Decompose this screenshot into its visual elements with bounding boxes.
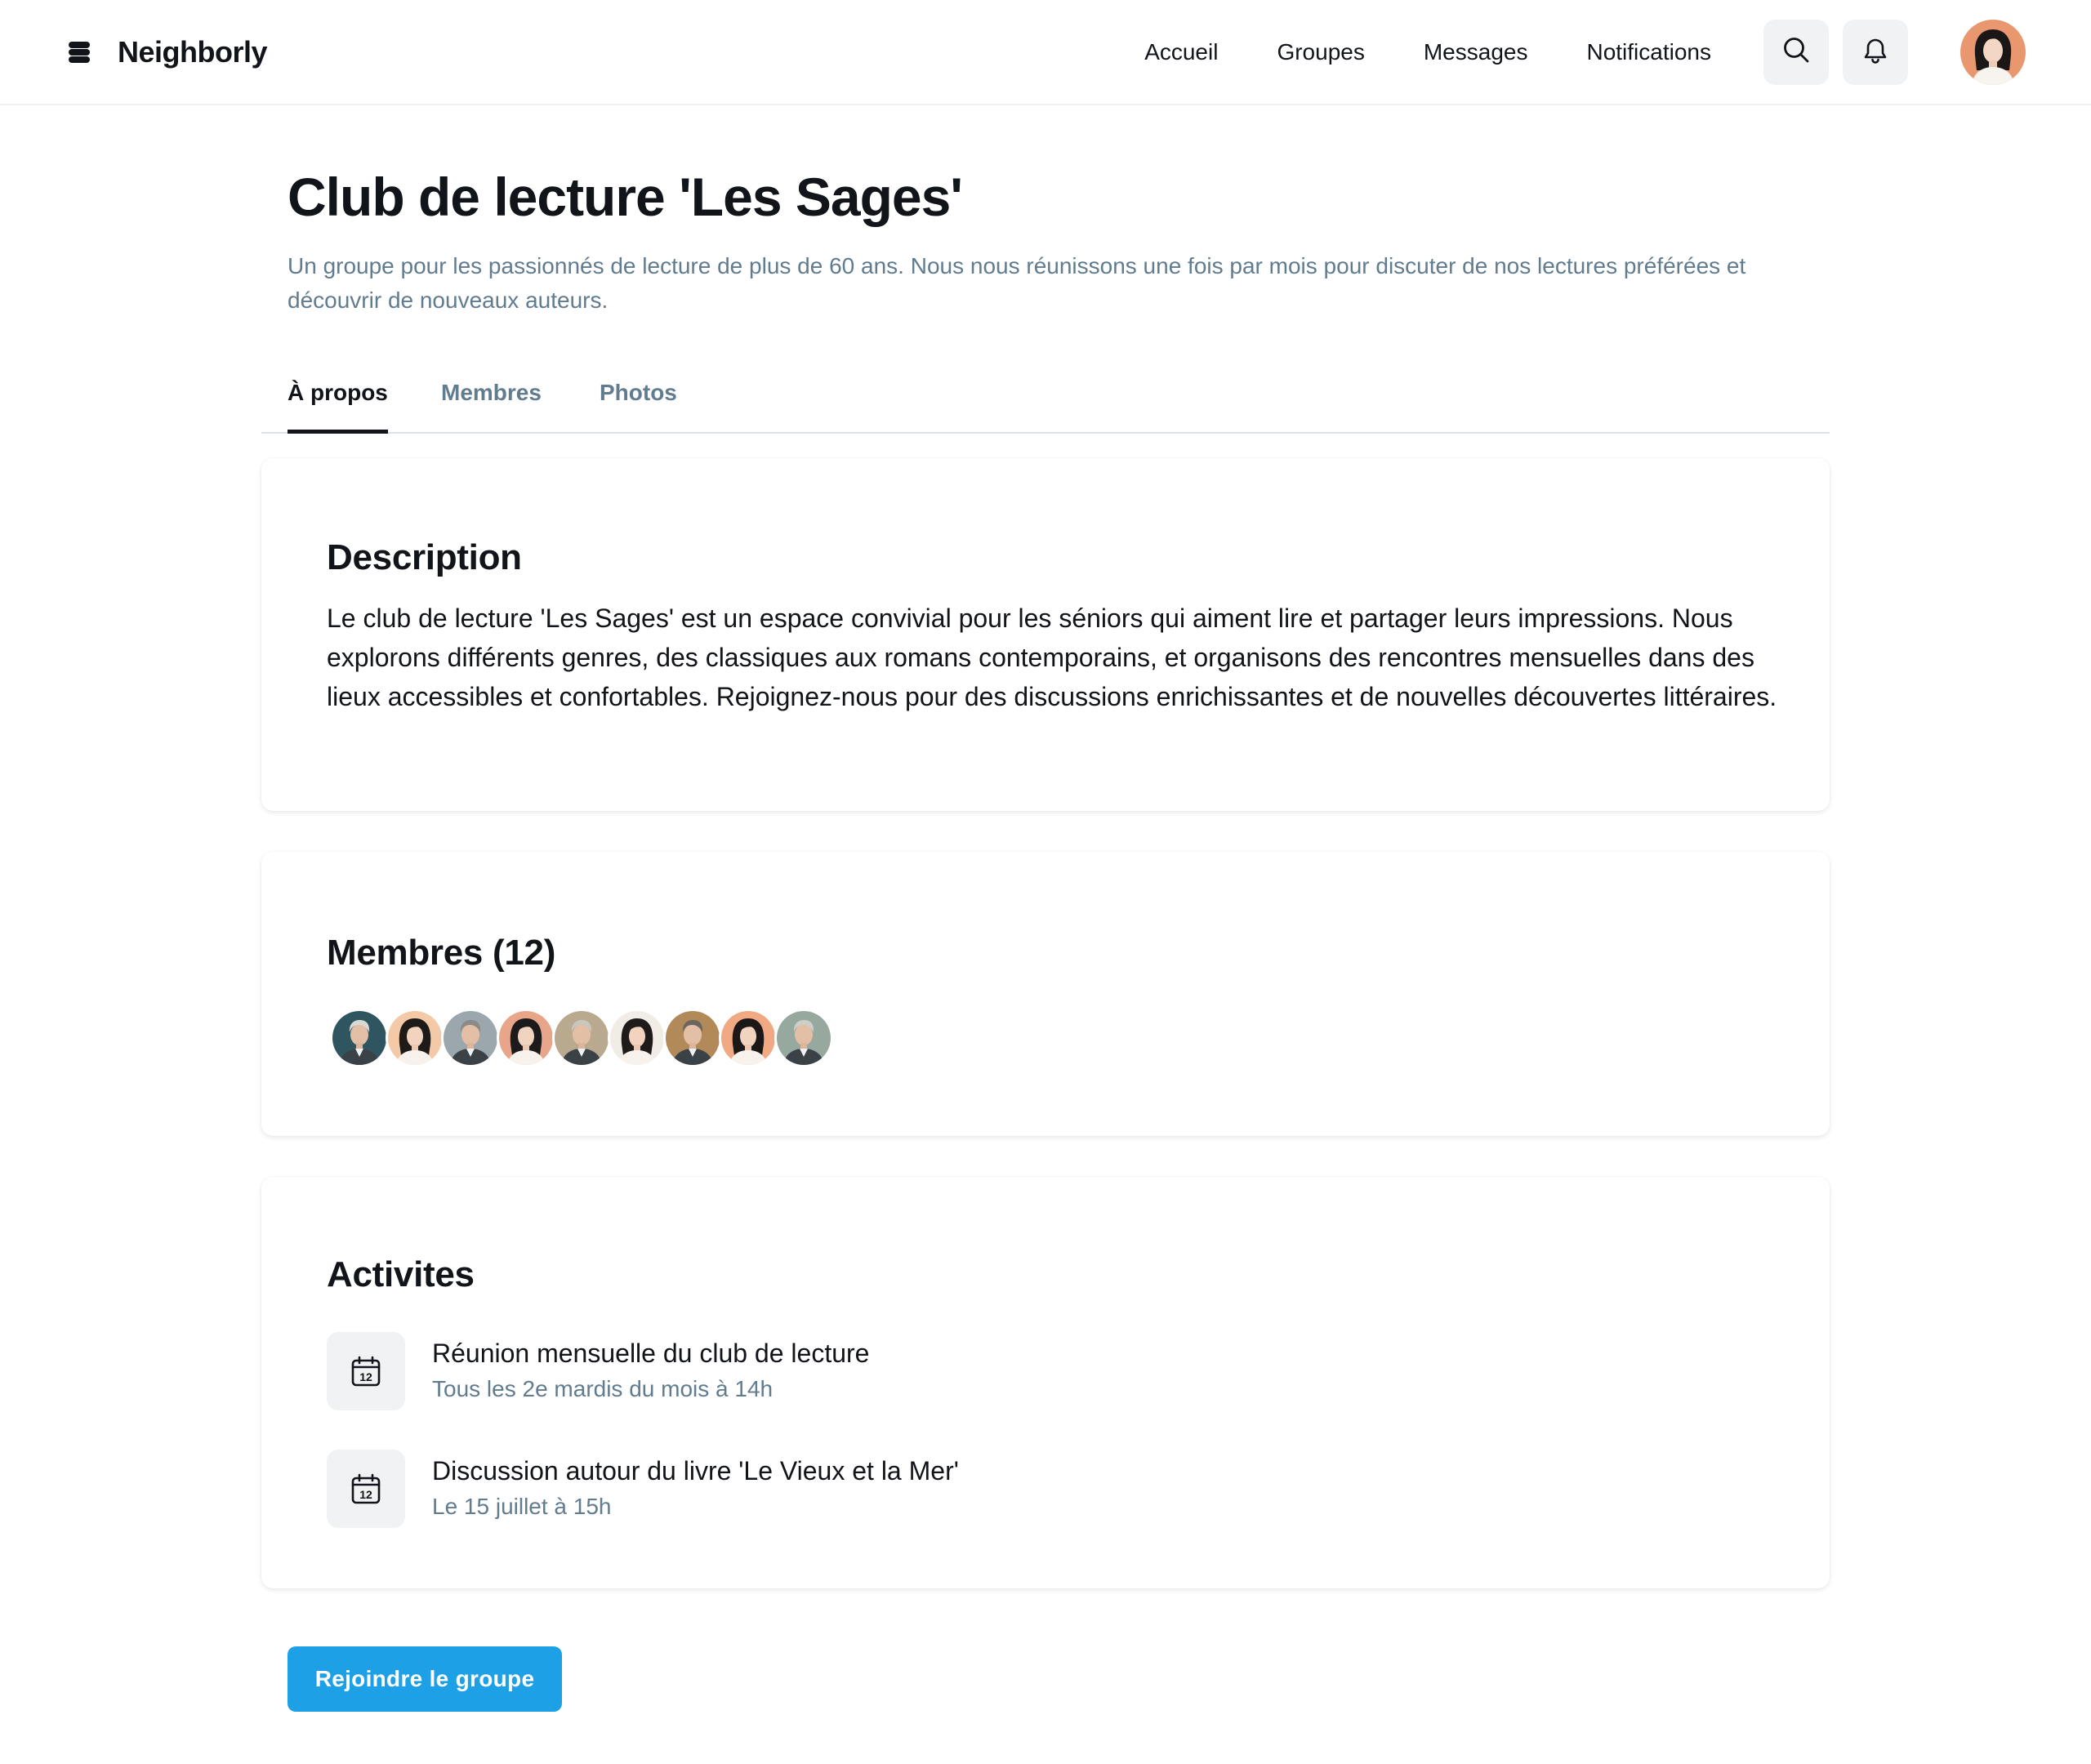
activity-schedule: Tous les 2e mardis du mois à 14h [432, 1376, 774, 1401]
nav-messages[interactable]: Messages [1424, 39, 1528, 65]
page-title: Club de lecture 'Les Sages' [288, 167, 963, 227]
member-avatar[interactable] [552, 1009, 611, 1067]
calendar-icon: 12 [327, 1332, 405, 1410]
activity-item[interactable]: 12 Discussion autour du livre 'Le Vieux … [327, 1450, 959, 1528]
join-group-button[interactable]: Rejoindre le groupe [288, 1646, 562, 1712]
description-text: Le club de lecture 'Les Sages' est un es… [327, 604, 1777, 711]
member-avatar[interactable] [441, 1009, 500, 1067]
description-title: Description [327, 537, 522, 577]
member-avatar-list [330, 1009, 833, 1067]
stack-logo-icon [65, 38, 93, 66]
nav-notifications[interactable]: Notifications [1586, 39, 1711, 65]
member-avatar[interactable] [774, 1009, 833, 1067]
member-avatar[interactable] [497, 1009, 555, 1067]
notifications-button[interactable] [1843, 19, 1908, 85]
description-card: Description Le club de lecture 'Les Sage… [261, 458, 1830, 811]
activity-item[interactable]: 12 Réunion mensuelle du club de lecture … [327, 1332, 869, 1410]
user-avatar[interactable] [1960, 19, 2026, 85]
member-avatar[interactable] [608, 1009, 667, 1067]
bell-icon [1861, 35, 1889, 69]
nav-groupes[interactable]: Groupes [1277, 39, 1364, 65]
activities-title: Activites [327, 1254, 475, 1294]
calendar-icon: 12 [327, 1450, 405, 1528]
svg-text:12: 12 [359, 1370, 372, 1383]
member-avatar[interactable] [719, 1009, 778, 1067]
nav-accueil[interactable]: Accueil [1144, 39, 1218, 65]
page-subtitle: Un groupe pour les passionnés de lecture… [288, 253, 1746, 313]
brand-name: Neighborly [118, 34, 268, 69]
search-icon [1781, 35, 1811, 69]
member-avatar[interactable] [663, 1009, 722, 1067]
member-avatar[interactable] [330, 1009, 389, 1067]
svg-text:12: 12 [359, 1488, 372, 1501]
activity-title: Discussion autour du livre 'Le Vieux et … [432, 1456, 959, 1486]
search-button[interactable] [1763, 19, 1829, 85]
tab-membres[interactable]: Membres [441, 355, 542, 434]
tab-bar: À propos Membres Photos [261, 355, 1830, 434]
header-actions [1763, 19, 1908, 85]
members-card: Membres (12) [261, 852, 1830, 1136]
member-avatar[interactable] [386, 1009, 444, 1067]
activity-schedule: Le 15 juillet à 15h [432, 1494, 612, 1519]
brand[interactable]: Neighborly [65, 34, 268, 69]
members-title: Membres (12) [327, 933, 556, 973]
top-bar: Neighborly Accueil Groupes Messages Noti… [0, 0, 2091, 105]
tab-photos[interactable]: Photos [600, 355, 677, 434]
main-nav: Accueil Groupes Messages Notifications [1144, 39, 1711, 65]
activity-title: Réunion mensuelle du club de lecture [432, 1339, 870, 1368]
activities-card: Activites 12 Réunion mensuelle du club d… [261, 1177, 1830, 1588]
tab-a-propos[interactable]: À propos [288, 355, 388, 434]
